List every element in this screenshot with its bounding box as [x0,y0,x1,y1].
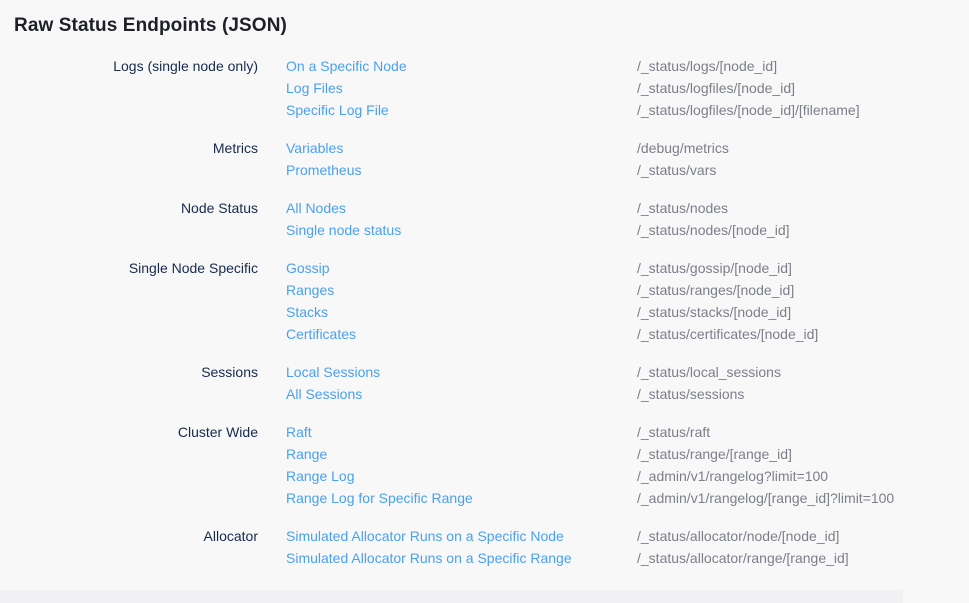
endpoint-link[interactable]: Log Files [286,77,343,99]
endpoint-path: /_status/local_sessions [637,361,969,383]
endpoint-section: Sessions Local Sessions All Sessions /_s… [0,361,969,405]
section-path-list: /_status/local_sessions /_status/session… [609,361,969,405]
endpoint-path: /_status/nodes/[node_id] [637,219,969,241]
endpoint-link[interactable]: Prometheus [286,159,361,181]
section-link-list: All Nodes Single node status [258,197,609,241]
section-link-list: On a Specific Node Log Files Specific Lo… [258,55,609,121]
endpoint-path: /_status/certificates/[node_id] [637,323,969,345]
section-path-list: /_status/nodes /_status/nodes/[node_id] [609,197,969,241]
section-link-list: Variables Prometheus [258,137,609,181]
endpoint-path: /_status/logs/[node_id] [637,55,969,77]
endpoint-path: /_status/nodes [637,197,969,219]
section-link-list: Gossip Ranges Stacks Certificates [258,257,609,345]
endpoint-link[interactable]: Simulated Allocator Runs on a Specific R… [286,547,572,569]
endpoint-link[interactable]: Range Log for Specific Range [286,487,473,509]
endpoint-link[interactable]: On a Specific Node [286,55,407,77]
endpoint-path: /debug/metrics [637,137,969,159]
section-path-list: /_status/raft /_status/range/[range_id] … [609,421,969,509]
section-category-label: Sessions [0,361,258,405]
endpoint-section: Cluster Wide Raft Range Range Log Range … [0,421,969,509]
endpoint-section: Allocator Simulated Allocator Runs on a … [0,525,969,569]
endpoint-link[interactable]: Simulated Allocator Runs on a Specific N… [286,525,564,547]
section-path-list: /_status/logs/[node_id] /_status/logfile… [609,55,969,121]
section-category-label: Single Node Specific [0,257,258,345]
endpoint-section: Logs (single node only) On a Specific No… [0,55,969,121]
endpoint-link[interactable]: All Nodes [286,197,346,219]
endpoint-path: /_status/raft [637,421,969,443]
section-category-label: Logs (single node only) [0,55,258,121]
endpoint-section: Single Node Specific Gossip Ranges Stack… [0,257,969,345]
endpoint-link[interactable]: All Sessions [286,383,362,405]
endpoint-link[interactable]: Range Log [286,465,355,487]
endpoint-path: /_status/logfiles/[node_id]/[filename] [637,99,969,121]
endpoint-link[interactable]: Local Sessions [286,361,380,383]
endpoints-table: Logs (single node only) On a Specific No… [0,55,969,569]
section-link-list: Simulated Allocator Runs on a Specific N… [258,525,609,569]
section-category-label: Allocator [0,525,258,569]
endpoint-path: /_status/ranges/[node_id] [637,279,969,301]
endpoint-link[interactable]: Specific Log File [286,99,389,121]
section-category-label: Cluster Wide [0,421,258,509]
endpoint-path: /_status/stacks/[node_id] [637,301,969,323]
endpoint-path: /_status/logfiles/[node_id] [637,77,969,99]
section-link-list: Local Sessions All Sessions [258,361,609,405]
debug-endpoints-page: Raw Status Endpoints (JSON) Logs (single… [0,0,969,569]
section-path-list: /_status/allocator/node/[node_id] /_stat… [609,525,969,569]
endpoint-link[interactable]: Raft [286,421,312,443]
endpoint-path: /_status/gossip/[node_id] [637,257,969,279]
section-category-label: Metrics [0,137,258,181]
section-category-label: Node Status [0,197,258,241]
page-title: Raw Status Endpoints (JSON) [0,0,969,38]
endpoint-path: /_status/vars [637,159,969,181]
endpoint-path: /_status/allocator/node/[node_id] [637,525,969,547]
endpoint-section: Node Status All Nodes Single node status… [0,197,969,241]
endpoint-link[interactable]: Range [286,443,327,465]
endpoint-path: /_status/sessions [637,383,969,405]
endpoint-path: /_status/range/[range_id] [637,443,969,465]
section-path-list: /_status/gossip/[node_id] /_status/range… [609,257,969,345]
endpoint-link[interactable]: Gossip [286,257,330,279]
endpoint-link[interactable]: Certificates [286,323,356,345]
endpoint-link[interactable]: Ranges [286,279,334,301]
section-path-list: /debug/metrics /_status/vars [609,137,969,181]
endpoint-link[interactable]: Single node status [286,219,401,241]
endpoint-link[interactable]: Stacks [286,301,328,323]
bottom-band [0,590,903,603]
section-link-list: Raft Range Range Log Range Log for Speci… [258,421,609,509]
endpoint-path: /_status/allocator/range/[range_id] [637,547,969,569]
endpoint-path: /_admin/v1/rangelog/[range_id]?limit=100 [637,487,969,509]
endpoint-section: Metrics Variables Prometheus /debug/metr… [0,137,969,181]
endpoint-path: /_admin/v1/rangelog?limit=100 [637,465,969,487]
endpoint-link[interactable]: Variables [286,137,343,159]
